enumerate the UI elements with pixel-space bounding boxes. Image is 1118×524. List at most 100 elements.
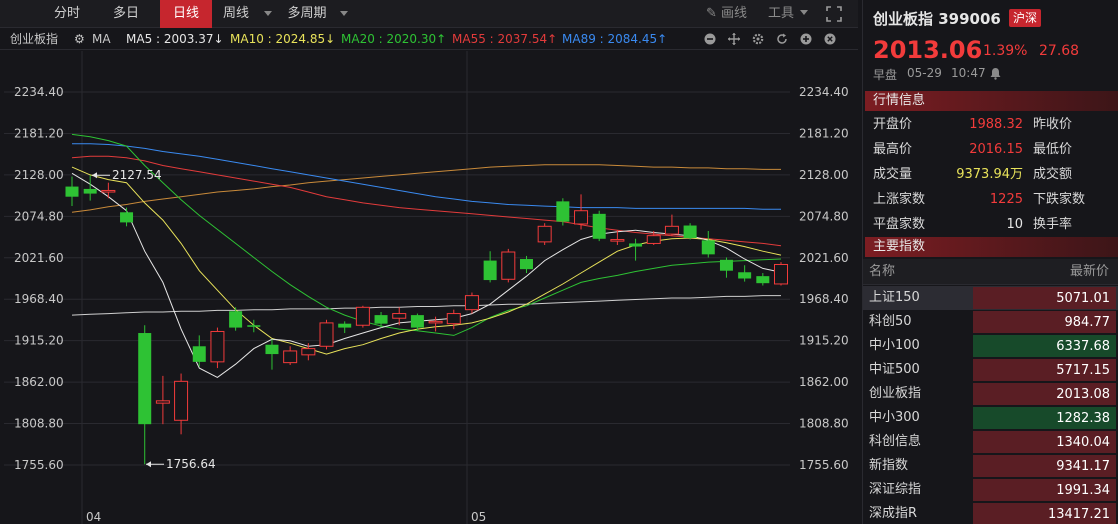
y-tick-label-right: 2074.80	[799, 209, 849, 223]
candle-body	[683, 225, 697, 238]
index-price: 1991.34	[973, 479, 1116, 501]
quote-panel: 创业板指 399006 沪深 2013.06 1.39% 27.68 早盘 05…	[862, 0, 1118, 524]
index-row[interactable]: 深成指R 13417.21	[863, 502, 1118, 524]
candle-body	[428, 320, 443, 324]
candle-body	[210, 330, 225, 363]
quote-label: 最高价	[873, 142, 913, 157]
candle-body	[83, 188, 97, 194]
quote-value: 2016.15	[969, 142, 1023, 157]
tab-daily[interactable]: 日线	[160, 0, 212, 28]
candle-body	[138, 333, 152, 425]
y-tick-label-left: 2128.00	[14, 168, 64, 182]
kline-chart-area[interactable]: 2234.40 2234.40 2181.20 2181.20 2128.00 2128.…	[0, 51, 858, 524]
quote-row: 平盘家数 10 换手率	[863, 212, 1118, 237]
period-toolbar: 分时 多日 日线 周线 多周期 ✎ 画线 工具	[0, 0, 858, 28]
index-row[interactable]: 科创信息 1340.04	[863, 430, 1118, 454]
candle-body	[446, 313, 461, 325]
index-price: 9341.17	[973, 455, 1116, 477]
candle-body	[174, 380, 189, 421]
close-icon[interactable]	[824, 33, 836, 45]
draw-line-button[interactable]: ✎ 画线	[706, 0, 747, 28]
index-name: 创业板指	[869, 386, 922, 401]
bell-icon[interactable]	[989, 67, 1002, 80]
index-row[interactable]: 科创50 984.77	[863, 310, 1118, 334]
y-tick-label-left: 2181.20	[14, 126, 64, 140]
index-name: 中小100	[869, 338, 920, 353]
quote-row: 成交量 9373.94万 成交额	[863, 162, 1118, 187]
index-name: 上证150	[869, 290, 920, 305]
index-row[interactable]: 创业板指 2013.08	[863, 382, 1118, 406]
minus-circle-icon[interactable]	[704, 33, 716, 45]
candle-body	[556, 201, 570, 222]
quote-row: 上涨家数 1225 下跌家数	[863, 187, 1118, 212]
index-row[interactable]: 上证150 5071.01	[863, 286, 1118, 310]
tools-label: 工具	[768, 6, 795, 21]
ma-indicator-row: 创业板指 ⚙ MA MA5 : 2003.37↓ MA10 : 2024.85↓…	[0, 28, 858, 50]
quote-label: 平盘家数	[873, 217, 926, 232]
candle-body	[410, 315, 424, 328]
candle-body	[301, 348, 316, 356]
index-row[interactable]: 中小100 6337.68	[863, 334, 1118, 358]
index-price: 1282.38	[973, 407, 1116, 429]
candle-body	[120, 212, 134, 223]
settings-icon[interactable]	[752, 33, 764, 45]
tab-weekly[interactable]: 周线	[218, 0, 254, 28]
candle-body	[464, 295, 479, 311]
chevron-down-icon[interactable]	[340, 11, 348, 16]
kline-chart[interactable]: 2234.40 2234.40 2181.20 2181.20 2128.00 2128.…	[0, 51, 858, 524]
y-tick-label-left: 2234.40	[14, 85, 64, 99]
ma89-line	[72, 143, 781, 210]
index-row[interactable]: 中小300 1282.38	[863, 406, 1118, 430]
tools-button[interactable]: 工具	[768, 0, 809, 28]
tab-multi-day[interactable]: 多日	[104, 0, 148, 28]
candle-body	[574, 210, 589, 225]
index-price: 5071.01	[973, 287, 1116, 309]
draw-line-label: 画线	[721, 6, 748, 21]
y-tick-label-right: 2181.20	[799, 126, 849, 140]
candle-body	[537, 225, 552, 243]
chevron-down-icon[interactable]	[264, 11, 272, 16]
candle-body	[629, 243, 643, 247]
y-tick-label-left: 1915.20	[14, 334, 64, 348]
candle-body	[774, 263, 788, 285]
quote-section-header: 行情信息	[865, 91, 1118, 111]
fullscreen-icon[interactable]	[826, 6, 842, 22]
ma89-value: MA89 : 2084.45↑	[562, 32, 668, 46]
x-tick-label: 05	[471, 510, 486, 524]
quote-row: 最高价 2016.15 最低价	[863, 137, 1118, 162]
pencil-icon: ✎	[706, 6, 717, 21]
column-price-header[interactable]: 最新价	[1070, 259, 1109, 285]
index-section-header: 主要指数	[865, 237, 1118, 257]
index-price: 984.77	[973, 311, 1116, 333]
candle-body	[319, 322, 334, 347]
ma10-value: MA10 : 2024.85↓	[230, 32, 336, 46]
column-name-header[interactable]: 名称	[869, 259, 895, 285]
candle-body	[392, 313, 407, 319]
candle-body	[192, 346, 206, 362]
candle-body	[283, 350, 298, 364]
refresh-icon[interactable]	[776, 33, 788, 45]
index-name: 中证500	[869, 362, 920, 377]
gear-icon[interactable]: ⚙	[74, 28, 85, 50]
candle-body	[592, 213, 606, 239]
candle-body	[265, 344, 279, 355]
plus-circle-icon[interactable]	[800, 33, 812, 45]
quote-label-secondary: 下跌家数	[1033, 192, 1086, 207]
candle-body	[247, 325, 261, 327]
move-icon[interactable]	[728, 33, 740, 45]
candle-body	[483, 260, 497, 281]
y-tick-label-left: 2074.80	[14, 209, 64, 223]
ma5-value: MA5 : 2003.37↓	[126, 32, 224, 46]
tab-multi-period[interactable]: 多周期	[282, 0, 332, 28]
index-row[interactable]: 新指数 9341.17	[863, 454, 1118, 478]
index-row[interactable]: 深证综指 1991.34	[863, 478, 1118, 502]
index-row[interactable]: 中证500 5717.15	[863, 358, 1118, 382]
ma-label: MA	[92, 32, 111, 46]
candle-body	[701, 240, 715, 255]
candle-body	[610, 239, 625, 242]
quote-label-secondary: 最低价	[1033, 142, 1073, 157]
y-tick-label-right: 1862.00	[799, 375, 849, 389]
tab-intraday[interactable]: 分时	[44, 0, 90, 28]
y-tick-label-right: 2128.00	[799, 168, 849, 182]
candle-body	[65, 186, 79, 197]
